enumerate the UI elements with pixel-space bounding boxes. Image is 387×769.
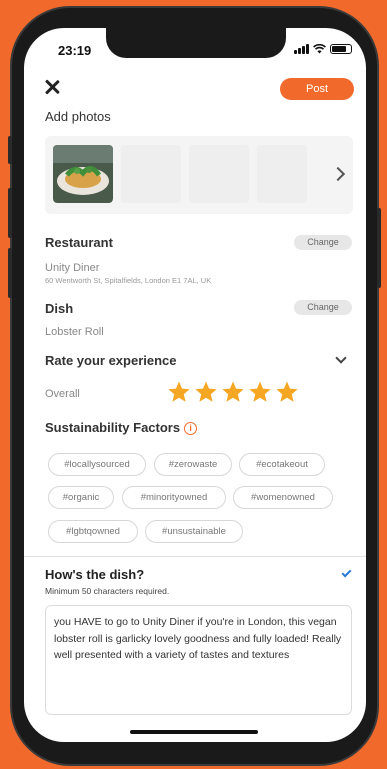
photo-slot-empty[interactable] xyxy=(189,145,249,203)
volume-down-button xyxy=(8,248,12,298)
wifi-icon xyxy=(313,44,326,54)
restaurant-title: Restaurant xyxy=(45,235,113,250)
tag-chip[interactable]: #minorityowned xyxy=(122,486,226,509)
notch xyxy=(106,28,286,58)
status-time: 23:19 xyxy=(58,43,92,58)
tag-chip[interactable]: #womenowned xyxy=(233,486,333,509)
home-indicator xyxy=(130,730,258,734)
photo-thumbnail[interactable] xyxy=(53,145,113,203)
chevron-down-icon[interactable] xyxy=(335,352,347,364)
section-divider xyxy=(24,556,366,557)
dish-title: Dish xyxy=(45,301,74,316)
sustainability-title-text: Sustainability Factors xyxy=(45,420,181,435)
star-icon[interactable] xyxy=(194,380,218,404)
restaurant-address: 60 Wentworth St, Spitalfields, London E1… xyxy=(45,276,212,285)
sustainability-title: Sustainability Factors i xyxy=(45,420,198,436)
power-button xyxy=(377,208,381,288)
tag-chip[interactable]: #unsustainable xyxy=(145,520,243,543)
tag-chip[interactable]: #locallysourced xyxy=(48,453,146,476)
tag-chip[interactable]: #zerowaste xyxy=(154,453,232,476)
tag-chip[interactable]: #lgbtqowned xyxy=(48,520,138,543)
signal-icon xyxy=(294,44,309,54)
star-icon[interactable] xyxy=(275,380,299,404)
star-icon[interactable] xyxy=(221,380,245,404)
post-button[interactable]: Post xyxy=(280,78,354,100)
check-icon xyxy=(341,567,352,578)
review-hint: Minimum 50 characters required. xyxy=(45,586,170,596)
info-icon[interactable]: i xyxy=(184,422,198,436)
chevron-right-icon[interactable] xyxy=(330,166,346,182)
status-icons xyxy=(294,44,352,54)
add-photos-title: Add photos xyxy=(45,109,111,124)
review-title: How's the dish? xyxy=(45,567,145,582)
photo-slot-empty[interactable] xyxy=(257,145,307,203)
app-screen: 23:19 Post Add photos Restaurant Change … xyxy=(24,28,366,742)
rate-title: Rate your experience xyxy=(45,353,177,368)
overall-label: Overall xyxy=(45,388,80,400)
photo-slot-empty[interactable] xyxy=(121,145,181,203)
review-textarea[interactable]: you HAVE to go to Unity Diner if you're … xyxy=(45,605,352,715)
tag-chip[interactable]: #organic xyxy=(48,486,114,509)
mute-switch xyxy=(8,136,12,164)
photo-strip[interactable] xyxy=(45,136,353,214)
volume-up-button xyxy=(8,188,12,238)
restaurant-change-button[interactable]: Change xyxy=(294,235,352,250)
dish-name: Lobster Roll xyxy=(45,326,104,338)
tag-chip[interactable]: #ecotakeout xyxy=(239,453,325,476)
dish-change-button[interactable]: Change xyxy=(294,300,352,315)
restaurant-name: Unity Diner xyxy=(45,262,100,274)
battery-icon xyxy=(330,44,352,54)
close-icon[interactable] xyxy=(44,79,60,95)
star-icon[interactable] xyxy=(248,380,272,404)
star-rating[interactable] xyxy=(167,380,299,404)
star-icon[interactable] xyxy=(167,380,191,404)
